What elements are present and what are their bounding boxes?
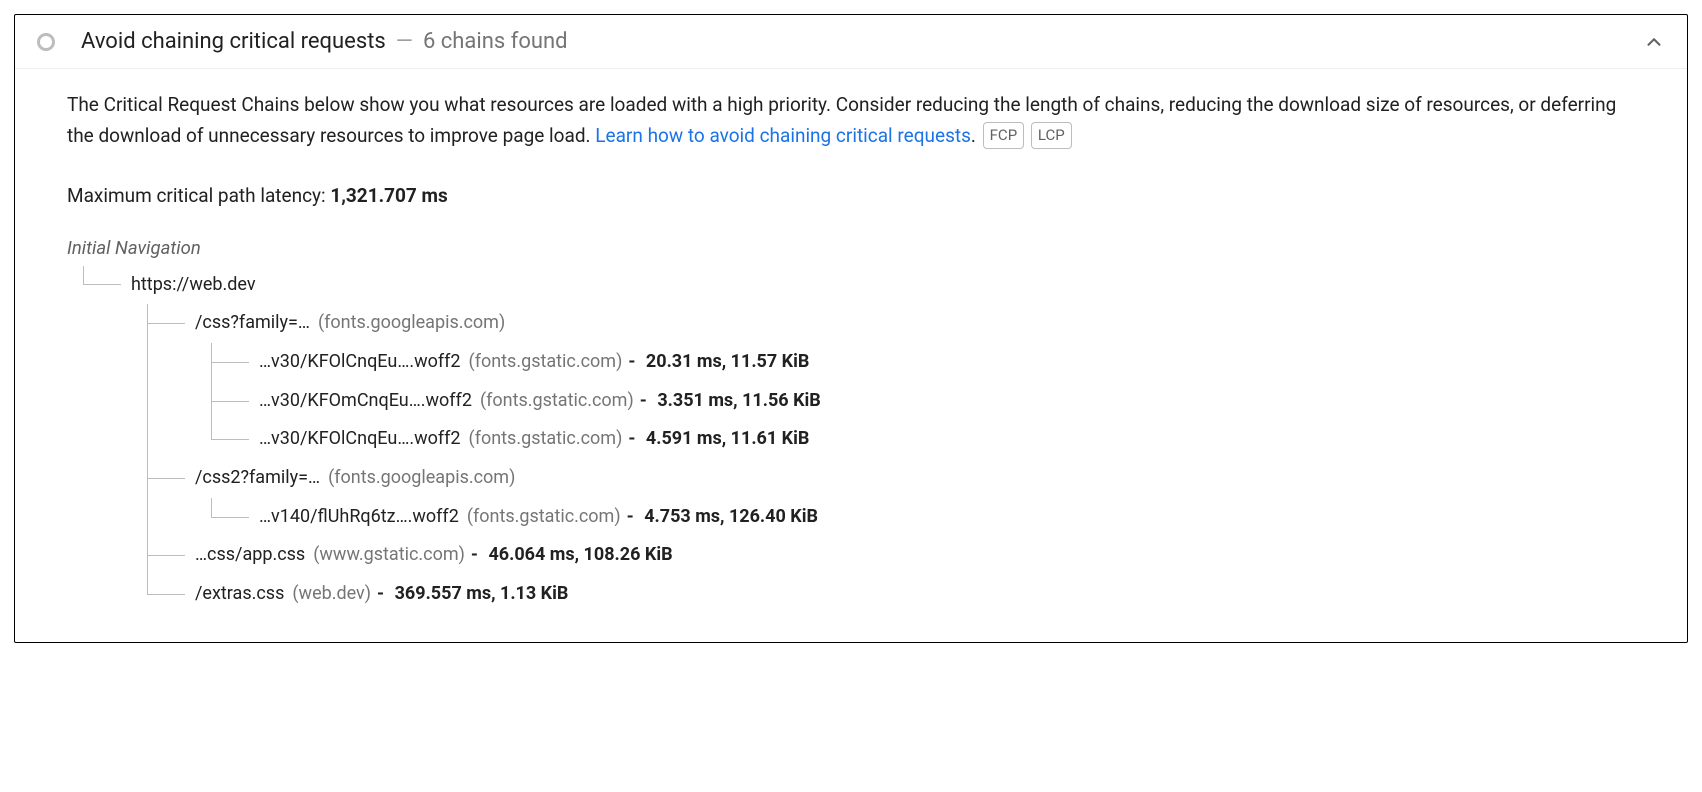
chain-node-path: …v30/KFOlCnqEu….woff2 bbox=[259, 351, 461, 372]
chain-node-stats: 46.064 ms, 108.26 KiB bbox=[488, 544, 672, 565]
chain-node-host: (web.dev) bbox=[292, 583, 371, 604]
chain-node: /css?family=… (fonts.googleapis.com) …v30/… bbox=[131, 304, 1635, 459]
max-latency-label: Maximum critical path latency: bbox=[67, 184, 330, 207]
audit-title: Avoid chaining critical requests bbox=[81, 29, 386, 54]
chain-node: …css/app.css (www.gstatic.com)- 46.064 ms… bbox=[131, 536, 1635, 575]
chain-node-stats: 3.351 ms, 11.56 KiB bbox=[657, 390, 820, 411]
chain-node-host: (fonts.gstatic.com) bbox=[469, 351, 623, 372]
audit-subtitle: 6 chains found bbox=[423, 29, 568, 54]
chain-node: …v30/KFOlCnqEu….woff2 (fonts.gstatic.com)… bbox=[195, 343, 1635, 382]
chain-node: …v140/flUhRq6tz….woff2 (fonts.gstatic.com… bbox=[195, 498, 1635, 537]
max-latency: Maximum critical path latency: 1,321.707… bbox=[67, 180, 1635, 211]
chain-node-path: …v30/KFOmCnqEu….woff2 bbox=[259, 390, 472, 411]
chain-node-path: …v140/flUhRq6tz….woff2 bbox=[259, 506, 459, 527]
chain-node-dash: - bbox=[627, 506, 639, 527]
status-circle-icon bbox=[37, 33, 55, 51]
chain-node-dash: - bbox=[628, 428, 640, 449]
chevron-up-icon[interactable] bbox=[1643, 31, 1665, 53]
chain-node: …v30/KFOlCnqEu….woff2 (fonts.gstatic.com)… bbox=[195, 420, 1635, 459]
audit-body: The Critical Request Chains below show y… bbox=[15, 69, 1687, 642]
chain-node-host: (fonts.gstatic.com) bbox=[480, 390, 634, 411]
chain-node-path: /css?family=… bbox=[195, 312, 310, 333]
chain-node-host: (fonts.gstatic.com) bbox=[467, 506, 621, 527]
audit-panel: Avoid chaining critical requests — 6 cha… bbox=[14, 14, 1688, 643]
learn-more-link[interactable]: Learn how to avoid chaining critical req… bbox=[595, 124, 971, 147]
chain-node: …v30/KFOmCnqEu….woff2 (fonts.gstatic.com)… bbox=[195, 382, 1635, 421]
chain-node-stats: 20.31 ms, 11.57 KiB bbox=[646, 351, 809, 372]
chain-node-path: …css/app.css bbox=[195, 544, 305, 565]
chain-node-host: (www.gstatic.com) bbox=[313, 544, 465, 565]
metric-tag-lcp: LCP bbox=[1031, 122, 1072, 149]
chain-node-dash: - bbox=[471, 544, 483, 565]
audit-header[interactable]: Avoid chaining critical requests — 6 cha… bbox=[15, 15, 1687, 69]
chain-node: /extras.css (web.dev)- 369.557 ms, 1.13 K… bbox=[131, 575, 1635, 614]
metric-tag-fcp: FCP bbox=[983, 122, 1025, 149]
tree-root-label: Initial Navigation bbox=[67, 233, 1635, 264]
chain-node: /css2?family=… (fonts.googleapis.com) …v14… bbox=[131, 459, 1635, 536]
max-latency-value: 1,321.707 ms bbox=[330, 184, 447, 207]
chain-node-dash: - bbox=[377, 583, 389, 604]
chain-node-host: (fonts.googleapis.com) bbox=[328, 467, 515, 488]
chain-node-path: https://web.dev bbox=[131, 274, 256, 295]
chain-node-stats: 369.557 ms, 1.13 KiB bbox=[395, 583, 569, 604]
title-separator: — bbox=[396, 29, 413, 54]
chain-node-dash: - bbox=[640, 390, 652, 411]
chain-node-path: …v30/KFOlCnqEu….woff2 bbox=[259, 428, 461, 449]
request-chain-tree: Initial Navigation https://web.dev/css?f… bbox=[67, 233, 1635, 614]
description-text-2: . bbox=[971, 124, 976, 147]
chain-node: https://web.dev/css?family=… (fonts.googl… bbox=[67, 266, 1635, 614]
chain-node-stats: 4.591 ms, 11.61 KiB bbox=[646, 428, 809, 449]
chain-node-host: (fonts.googleapis.com) bbox=[318, 312, 505, 333]
chain-node-path: /extras.css bbox=[195, 583, 284, 604]
chain-node-host: (fonts.gstatic.com) bbox=[469, 428, 623, 449]
audit-description: The Critical Request Chains below show y… bbox=[67, 89, 1635, 152]
chain-node-stats: 4.753 ms, 126.40 KiB bbox=[644, 506, 818, 527]
chain-node-path: /css2?family=… bbox=[195, 467, 320, 488]
chain-node-dash: - bbox=[628, 351, 640, 372]
